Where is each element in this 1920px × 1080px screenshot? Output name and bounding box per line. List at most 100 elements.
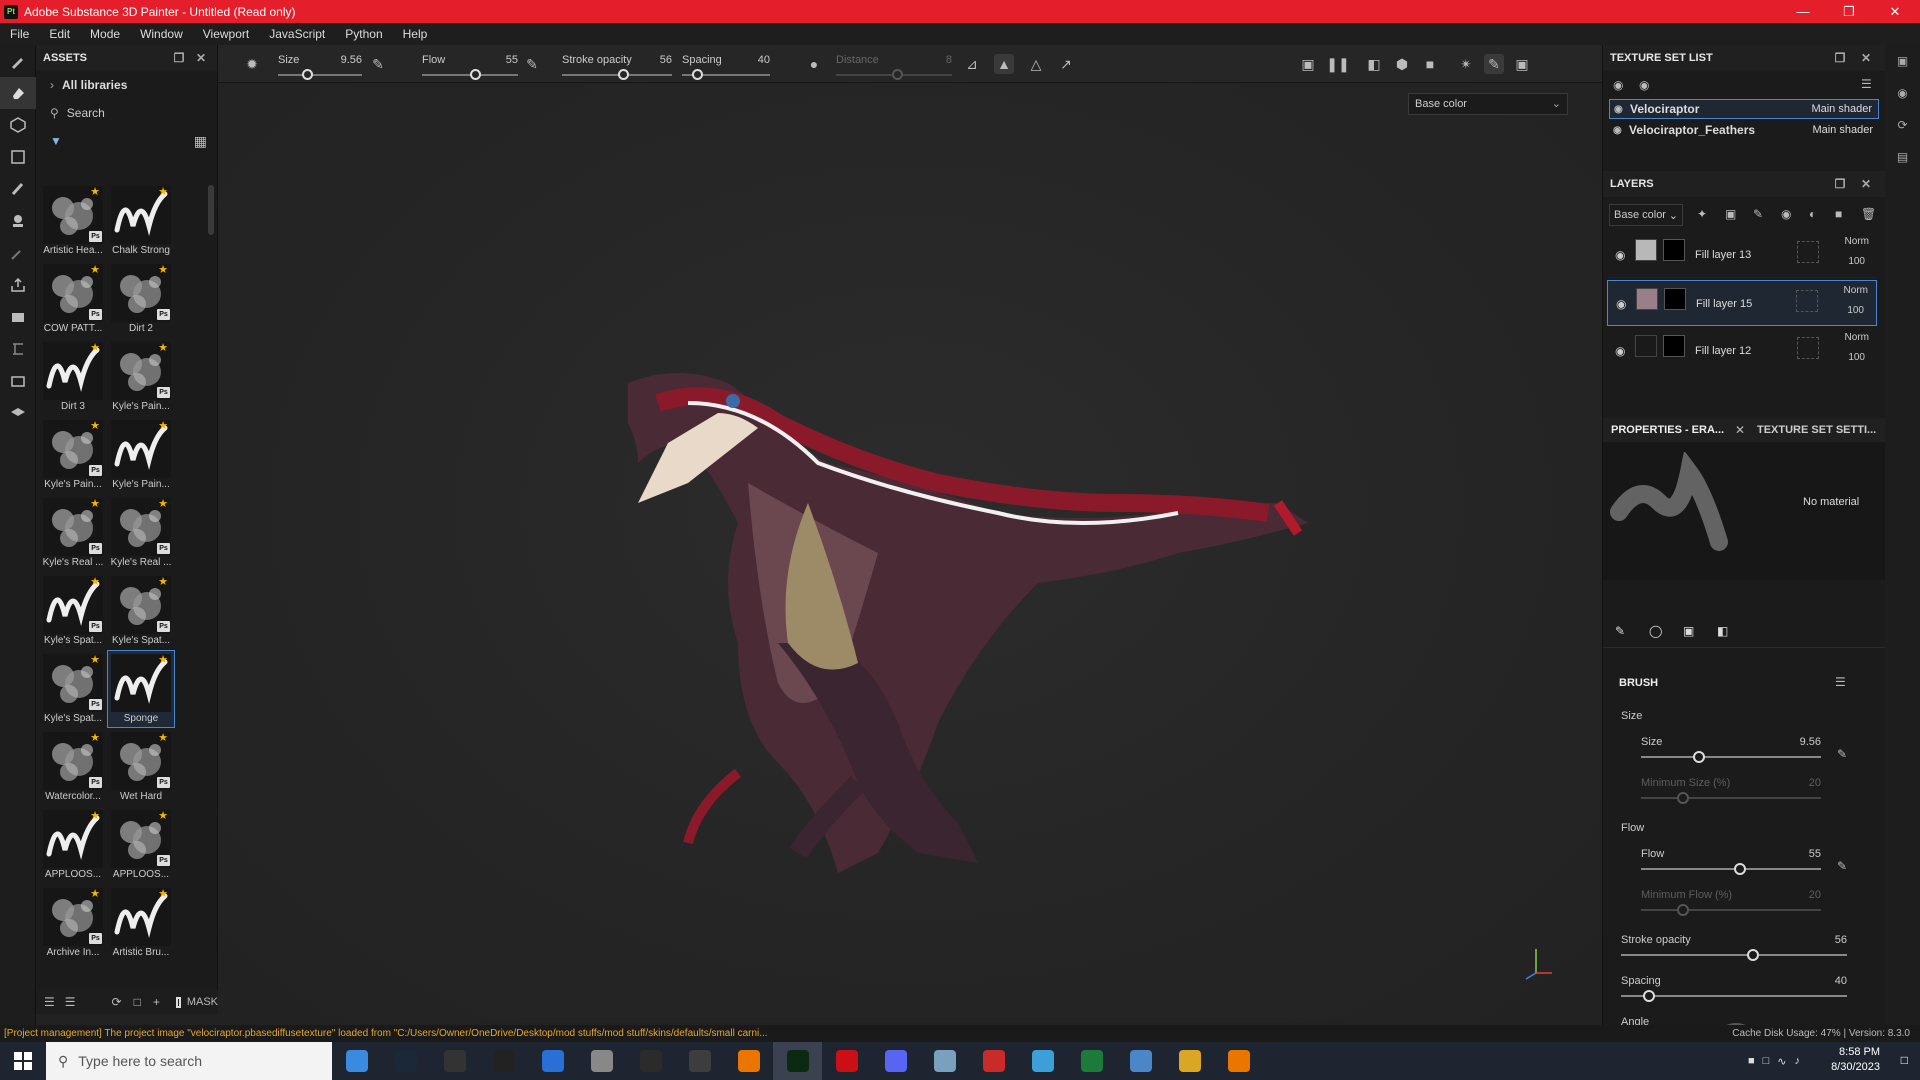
minimize-icon[interactable]: — bbox=[1780, 0, 1826, 23]
brush-thumbnail[interactable]: ★ Ps Kyle's Pain... bbox=[40, 417, 106, 493]
eraser-icon[interactable] bbox=[0, 77, 36, 109]
assets-search[interactable]: ⚲ Search bbox=[36, 99, 217, 127]
uv-icon[interactable] bbox=[0, 397, 36, 429]
brush-opacity-slider[interactable]: Stroke opacity 56 bbox=[1621, 934, 1847, 964]
layer-opacity[interactable]: 100 bbox=[1847, 305, 1864, 316]
visibility-icon[interactable]: ◉ bbox=[1613, 78, 1623, 92]
favorite-star-icon[interactable]: ★ bbox=[90, 809, 100, 822]
favorite-star-icon[interactable]: ★ bbox=[158, 341, 168, 354]
material-tab-icon[interactable]: ◯ bbox=[1649, 624, 1662, 638]
eye-icon[interactable]: ◉ bbox=[1639, 78, 1649, 92]
lazy-mouse-icon[interactable]: ● bbox=[804, 54, 824, 74]
layer-color-swatch[interactable] bbox=[1635, 239, 1657, 261]
taskbar-app-icon[interactable] bbox=[920, 1042, 969, 1080]
brush-thumbnail[interactable]: ★ Ps Kyle's Spat... bbox=[40, 573, 106, 649]
notification-icon[interactable]: □ bbox=[1901, 1053, 1908, 1067]
shader-name[interactable]: Main shader bbox=[1812, 124, 1873, 136]
menu-javascript[interactable]: JavaScript bbox=[259, 27, 335, 41]
size-slider[interactable]: Size 9.56 bbox=[278, 49, 362, 81]
tray-volume-icon[interactable]: ♪ bbox=[1795, 1055, 1801, 1067]
favorite-star-icon[interactable]: ★ bbox=[158, 809, 168, 822]
spacing-slider[interactable]: Spacing 40 bbox=[682, 49, 770, 81]
camera-icon[interactable] bbox=[0, 365, 36, 397]
tray-window-icon[interactable]: □ bbox=[1763, 1055, 1770, 1067]
eye-icon[interactable]: ◉ bbox=[1613, 125, 1622, 136]
undock-icon[interactable]: ❐ bbox=[1833, 51, 1847, 65]
layers-channel-select[interactable]: Base color ⌄ bbox=[1609, 204, 1683, 226]
transform-icon[interactable]: ↗ bbox=[1056, 54, 1076, 74]
tray-network-icon[interactable]: ∿ bbox=[1777, 1055, 1786, 1068]
brush-thumbnail[interactable]: ★ Ps Dirt 2 bbox=[108, 261, 174, 337]
layer-effect-slot[interactable] bbox=[1796, 290, 1818, 312]
add-icon[interactable]: + bbox=[153, 995, 160, 1009]
window-icon[interactable]: □ bbox=[134, 995, 141, 1009]
projection-icon[interactable] bbox=[0, 109, 36, 141]
search-input[interactable]: Search bbox=[67, 106, 105, 120]
brush-flow-slider[interactable]: Flow 55 bbox=[1641, 848, 1821, 878]
windows-start-icon[interactable] bbox=[0, 1042, 46, 1080]
smudge-icon[interactable] bbox=[0, 173, 36, 205]
min-size-slider[interactable]: Minimum Size (%) 20 bbox=[1641, 777, 1821, 807]
video-camera-icon[interactable]: ■ bbox=[1420, 54, 1440, 74]
split-view-icon[interactable]: ◧ bbox=[1364, 54, 1384, 74]
favorite-star-icon[interactable]: ★ bbox=[90, 887, 100, 900]
add-paint-layer-icon[interactable]: ✎ bbox=[1753, 207, 1763, 221]
brush-thumbnail[interactable]: ★ Kyle's Pain... bbox=[108, 417, 174, 493]
close-panel-icon[interactable]: ✕ bbox=[1859, 51, 1873, 65]
eye-icon[interactable]: ◉ bbox=[1615, 344, 1625, 358]
screenshot-icon[interactable]: ▣ bbox=[1512, 54, 1532, 74]
layer-mask-thumbnail[interactable] bbox=[1663, 335, 1685, 357]
favorite-star-icon[interactable]: ★ bbox=[158, 497, 168, 510]
layer-opacity[interactable]: 100 bbox=[1848, 256, 1865, 267]
filter-icon[interactable]: ▼ bbox=[50, 134, 62, 148]
favorite-star-icon[interactable]: ★ bbox=[158, 653, 168, 666]
layer-mask-thumbnail[interactable] bbox=[1664, 288, 1686, 310]
list-options-icon[interactable]: ☰ bbox=[44, 995, 55, 1009]
taskbar-app-icon[interactable] bbox=[724, 1042, 773, 1080]
ruler-icon[interactable] bbox=[0, 333, 36, 365]
taskbar-search-input[interactable]: Type here to search bbox=[78, 1053, 202, 1069]
favorite-star-icon[interactable]: ★ bbox=[158, 575, 168, 588]
brush-tab-icon[interactable]: ✎ bbox=[1615, 624, 1625, 638]
taskbar-app-icon[interactable] bbox=[969, 1042, 1018, 1080]
taskbar-app-icon[interactable] bbox=[773, 1042, 822, 1080]
taskbar-app-icon[interactable] bbox=[577, 1042, 626, 1080]
favorite-star-icon[interactable]: ★ bbox=[158, 185, 168, 198]
refresh-icon[interactable]: ⟳ bbox=[112, 995, 122, 1009]
layer-effect-slot[interactable] bbox=[1797, 241, 1819, 263]
min-flow-slider[interactable]: Minimum Flow (%) 20 bbox=[1641, 889, 1821, 919]
taskbar-app-icon[interactable] bbox=[871, 1042, 920, 1080]
tab-texture-set-settings[interactable]: TEXTURE SET SETTI... bbox=[1757, 424, 1876, 436]
stencil-tab-icon[interactable]: ◧ bbox=[1717, 624, 1728, 638]
menu-icon[interactable]: ☰ bbox=[1861, 77, 1872, 91]
taskbar-app-icon[interactable] bbox=[1116, 1042, 1165, 1080]
brush-thumbnail[interactable]: ★ Ps COW PATT... bbox=[40, 261, 106, 337]
close-icon[interactable]: ✕ bbox=[1872, 0, 1918, 23]
menu-python[interactable]: Python bbox=[335, 27, 392, 41]
brush-thumbnail[interactable]: ★ Ps Kyle's Real ... bbox=[108, 495, 174, 571]
taskbar-app-icon[interactable] bbox=[822, 1042, 871, 1080]
close-panel-icon[interactable]: ✕ bbox=[1859, 177, 1873, 191]
layer-row[interactable]: ◉ Fill layer 12 Norm 100 bbox=[1607, 328, 1877, 372]
menu-viewport[interactable]: Viewport bbox=[193, 27, 259, 41]
flow-slider[interactable]: Flow 55 bbox=[422, 49, 518, 81]
3d-view-icon[interactable]: ⬢ bbox=[1392, 54, 1412, 74]
brush-thumbnail[interactable]: ★ Dirt 3 bbox=[40, 339, 106, 415]
add-smart-material-icon[interactable]: ◐ bbox=[1809, 207, 1816, 221]
eye-icon[interactable]: ◉ bbox=[1615, 248, 1625, 262]
favorite-star-icon[interactable]: ★ bbox=[90, 185, 100, 198]
delete-icon[interactable]: 🗑 bbox=[1861, 207, 1876, 221]
brush-thumbnail[interactable]: ★ Ps Kyle's Pain... bbox=[108, 339, 174, 415]
color-picker-icon[interactable] bbox=[0, 237, 36, 269]
texture-set-feathers[interactable]: ◉ Velociraptor_Feathers Main shader bbox=[1609, 120, 1879, 140]
history-icon[interactable]: ⟳ bbox=[1885, 109, 1920, 141]
taskbar-app-icon[interactable] bbox=[430, 1042, 479, 1080]
export-icon[interactable] bbox=[0, 269, 36, 301]
favorite-star-icon[interactable]: ★ bbox=[90, 263, 100, 276]
layer-opacity[interactable]: 100 bbox=[1848, 352, 1865, 363]
taskbar-app-icon[interactable] bbox=[528, 1042, 577, 1080]
brush-thumbnail[interactable]: ★ Sponge bbox=[107, 650, 175, 728]
close-panel-icon[interactable]: ✕ bbox=[194, 51, 208, 65]
taskbar-app-icon[interactable] bbox=[479, 1042, 528, 1080]
clone-icon[interactable] bbox=[0, 205, 36, 237]
